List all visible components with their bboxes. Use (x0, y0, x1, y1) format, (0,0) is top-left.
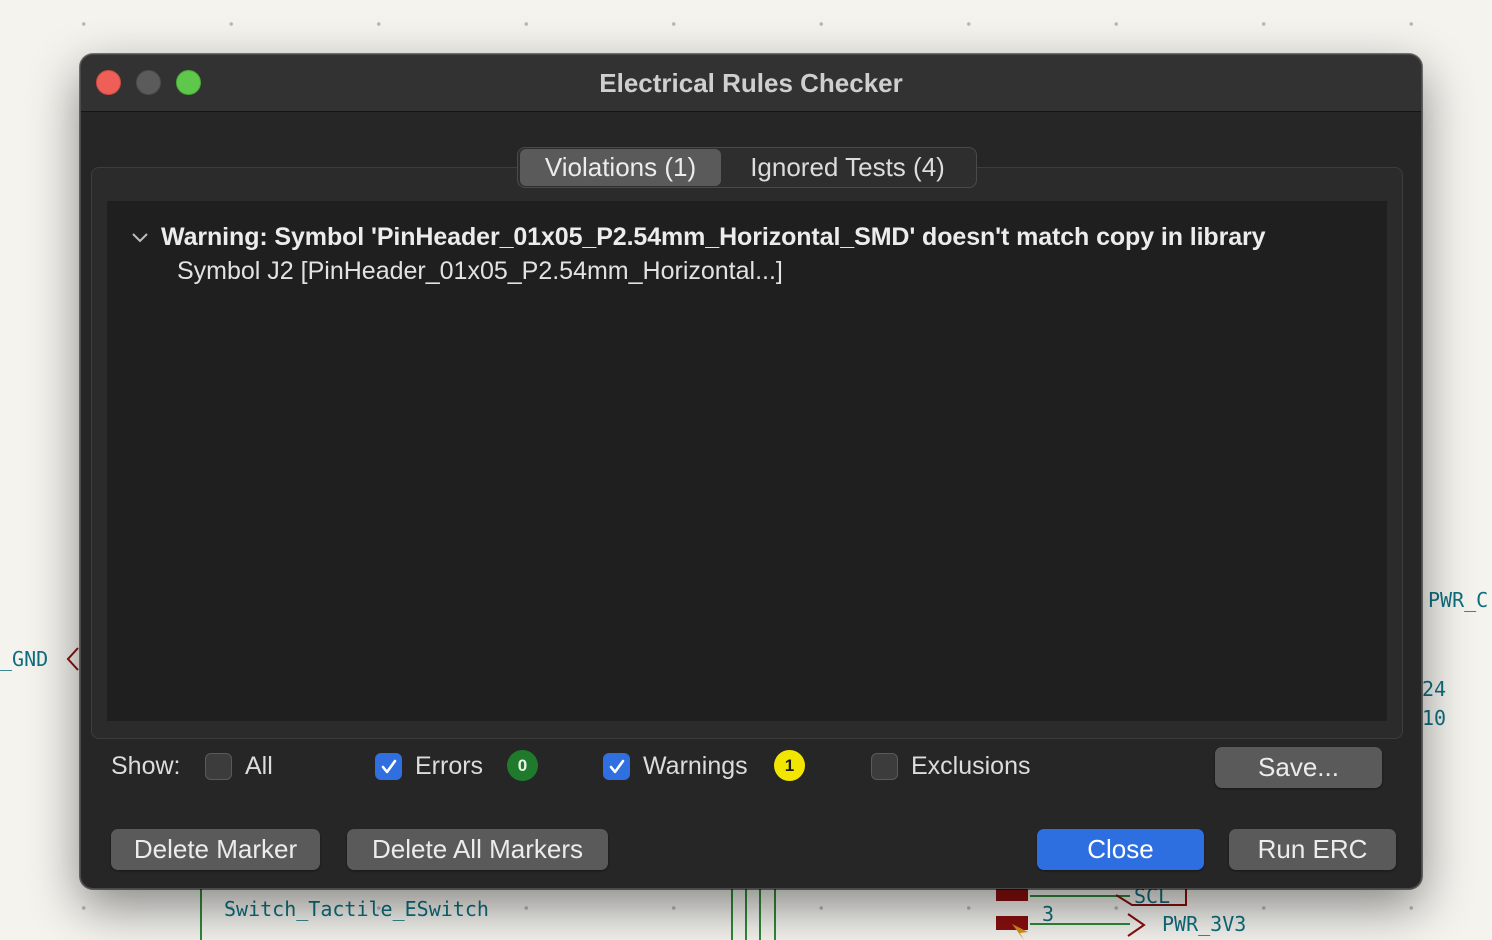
wire-left (200, 889, 202, 940)
violation-message: Warning: Symbol 'PinHeader_01x05_P2.54mm… (161, 223, 1266, 251)
gnd-port-icon (66, 647, 79, 671)
bus-wire-1 (731, 889, 733, 940)
pwr-3v3-arrow-icon (1127, 913, 1146, 937)
checkmark-icon (609, 759, 624, 773)
errors-checkbox[interactable] (375, 753, 402, 780)
exclusions-label[interactable]: Exclusions (911, 752, 1031, 781)
exclusions-checkbox[interactable] (871, 753, 898, 780)
wire-scl (1030, 895, 1130, 897)
pin-label-24: 24 (1422, 677, 1447, 701)
all-label[interactable]: All (245, 752, 273, 781)
filter-row: Show: All Errors 0 Warnings 1 Exclusions (111, 745, 1391, 789)
pin-pad-2 (996, 889, 1028, 901)
tab-bar: Violations (1) Ignored Tests (4) (517, 147, 977, 188)
bus-wire-4 (774, 889, 776, 940)
net-label-pwr: PWR_C (1428, 588, 1489, 612)
bus-wire-3 (759, 889, 761, 940)
violation-item[interactable]: Warning: Symbol 'PinHeader_01x05_P2.54mm… (127, 223, 1266, 252)
save-button[interactable]: Save... (1215, 747, 1382, 788)
errors-count-badge: 0 (507, 750, 538, 781)
net-label-pwr-3v3: PWR_3V3 (1162, 912, 1247, 936)
warnings-checkbox[interactable] (603, 753, 630, 780)
warnings-count-badge: 1 (774, 750, 805, 781)
tab-violations[interactable]: Violations (1) (520, 149, 721, 186)
violation-detail[interactable]: Symbol J2 [PinHeader_01x05_P2.54mm_Horiz… (177, 257, 783, 286)
errors-label[interactable]: Errors (415, 752, 483, 781)
checkmark-icon (381, 759, 396, 773)
show-label: Show: (111, 752, 181, 780)
title-bar[interactable]: Electrical Rules Checker (81, 55, 1421, 112)
close-button[interactable]: Close (1037, 829, 1204, 870)
pin-number-3: 3 (1042, 902, 1055, 926)
erc-dialog: Electrical Rules Checker Violations (1) … (80, 54, 1422, 889)
run-erc-button[interactable]: Run ERC (1229, 829, 1396, 870)
grid-dots-top (0, 22, 1492, 26)
all-checkbox[interactable] (205, 753, 232, 780)
symbol-label-switch: Switch_Tactile_ESwitch (224, 897, 489, 921)
pin-label-10: 10 (1422, 706, 1447, 730)
delete-all-markers-button[interactable]: Delete All Markers (347, 829, 608, 870)
warnings-label[interactable]: Warnings (643, 752, 748, 781)
window-title: Electrical Rules Checker (599, 68, 903, 98)
bus-wire-2 (745, 889, 747, 940)
violations-list[interactable]: Warning: Symbol 'PinHeader_01x05_P2.54mm… (107, 201, 1387, 721)
delete-marker-button[interactable]: Delete Marker (111, 829, 320, 870)
tab-ignored-tests[interactable]: Ignored Tests (4) (721, 149, 974, 186)
net-label-gnd: _GND (0, 647, 49, 671)
chevron-down-icon[interactable] (127, 225, 153, 251)
cursor-arrow-icon (1012, 924, 1028, 940)
